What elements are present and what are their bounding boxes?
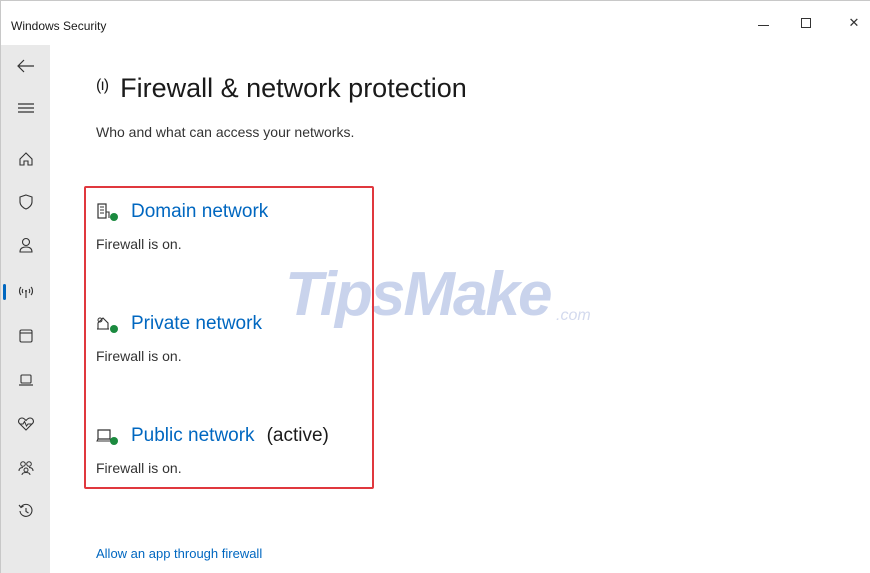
private-network-section: Private network Firewall is on.: [96, 312, 262, 364]
nav-app-browser-control[interactable]: [1, 319, 50, 353]
private-network-status: Firewall is on.: [96, 348, 182, 364]
nav-virus-protection[interactable]: [1, 185, 50, 219]
nav-protection-history[interactable]: [1, 494, 50, 528]
window-title: Windows Security: [11, 19, 107, 33]
title-bar: Windows Security ✕: [1, 1, 870, 45]
history-icon: [18, 503, 32, 517]
status-ok-icon: [110, 437, 118, 445]
maximize-button[interactable]: [791, 11, 821, 35]
nav-account-protection[interactable]: [1, 228, 50, 262]
wireless-icon: [18, 286, 33, 298]
domain-network-icon: [96, 203, 118, 221]
public-network-status: Firewall is on.: [96, 460, 182, 476]
home-icon: [18, 152, 33, 166]
allow-app-through-firewall-link[interactable]: Allow an app through firewall: [96, 546, 262, 561]
private-network-link[interactable]: Private network: [131, 313, 262, 335]
minimize-icon: [757, 24, 769, 26]
nav-firewall[interactable]: [1, 275, 50, 309]
page-subtitle: Who and what can access your networks.: [96, 124, 355, 140]
public-network-icon: [96, 427, 118, 445]
domain-network-status: Firewall is on.: [96, 236, 182, 252]
navigation-rail: [1, 45, 50, 573]
maximize-icon: [801, 18, 811, 28]
domain-network-section: Domain network Firewall is on.: [96, 200, 268, 252]
domain-network-link[interactable]: Domain network: [131, 201, 268, 223]
family-icon: [18, 461, 33, 476]
heart-pulse-icon: [17, 417, 34, 431]
close-button[interactable]: ✕: [839, 11, 869, 35]
page-title: (ı) Firewall & network protection: [96, 73, 467, 104]
nav-home[interactable]: [1, 142, 50, 176]
minimize-button[interactable]: [748, 11, 778, 35]
public-network-section: Public network (active) Firewall is on.: [96, 424, 329, 476]
account-icon: [18, 237, 33, 253]
page-title-text: Firewall & network protection: [120, 73, 467, 103]
menu-button[interactable]: [1, 91, 50, 125]
app-browser-icon: [18, 329, 33, 343]
status-ok-icon: [110, 213, 118, 221]
nav-family-options[interactable]: [1, 451, 50, 485]
nav-device-security[interactable]: [1, 363, 50, 397]
back-button[interactable]: [1, 49, 50, 83]
back-arrow-icon: [16, 59, 34, 73]
close-icon: ✕: [848, 15, 860, 30]
wireless-icon: (ı): [96, 76, 109, 94]
private-network-icon: [96, 315, 118, 333]
hamburger-menu-icon: [17, 103, 34, 113]
shield-icon: [18, 194, 33, 210]
laptop-icon: [18, 374, 33, 386]
nav-device-health[interactable]: [1, 407, 50, 441]
watermark-suffix: .com: [556, 307, 591, 324]
windows-security-window: Windows Security ✕ (ı) Firewall & networ…: [0, 0, 870, 573]
status-ok-icon: [110, 325, 118, 333]
active-label: (active): [266, 425, 329, 446]
public-network-link[interactable]: Public network: [131, 425, 255, 447]
